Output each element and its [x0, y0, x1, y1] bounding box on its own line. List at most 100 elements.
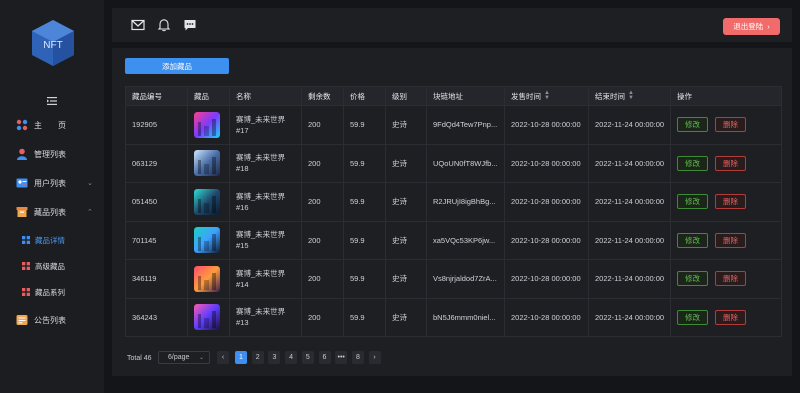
top-header: 退出登陆 › [112, 8, 792, 42]
sidebar-item-admin-list[interactable]: 管理列表 [0, 143, 104, 165]
cell-image [188, 183, 230, 221]
page-button[interactable]: 5 [301, 351, 314, 364]
delete-button[interactable]: 删除 [715, 309, 746, 325]
cell-id: 701145 [126, 221, 188, 259]
message-icon[interactable] [183, 18, 197, 32]
delete-button[interactable]: 删除 [715, 271, 746, 287]
chevron-right-icon: › [767, 22, 770, 31]
collection-thumbnail[interactable] [194, 111, 220, 138]
cell-actions: 修改 删除 [671, 222, 783, 260]
sidebar-item-label: 藏品详情 [35, 235, 65, 245]
home-icon [16, 119, 28, 131]
chevron-down-icon: ⌄ [87, 180, 93, 187]
sort-icon[interactable]: ▲ ▼ [628, 90, 634, 101]
col-header-name: 名称 [230, 87, 302, 105]
add-collection-button[interactable]: 添加藏品 [125, 58, 229, 74]
cell-id: 346119 [126, 260, 188, 298]
announcement-icon [16, 315, 28, 325]
sidebar-item-collection-detail[interactable]: 藏品详情 [0, 229, 104, 251]
cell-start-time: 2022-10-28 00:00:00 [505, 260, 589, 298]
cell-name: 赛博_未来世界#13 [230, 298, 302, 336]
delete-button[interactable]: 删除 [715, 194, 746, 210]
edit-button[interactable]: 修改 [677, 117, 708, 133]
table-row: 051450 赛博_未来世界#16 200 59.9 史诗 R2JRUjI8igBhBg.… [125, 183, 782, 222]
more-pages-button[interactable]: ••• [335, 351, 348, 364]
col-header-end-time[interactable]: 结束时间 ▲ ▼ [589, 87, 671, 105]
cell-price: 59.9 [344, 106, 386, 144]
collection-thumbnail[interactable] [194, 304, 220, 331]
edit-button[interactable]: 修改 [677, 271, 708, 287]
chevron-down-icon: ⌄ [198, 355, 204, 361]
page-button[interactable]: 6 [318, 351, 331, 364]
cell-end-time: 2022-11-24 00:00:00 [589, 144, 671, 182]
page-button[interactable]: 3 [268, 351, 281, 364]
delete-button[interactable]: 删除 [715, 232, 746, 248]
page-button[interactable]: 2 [251, 351, 264, 364]
delete-button[interactable]: 删除 [715, 155, 746, 171]
cell-start-time: 2022-10-28 00:00:00 [505, 221, 589, 259]
grid-icon [22, 288, 30, 296]
prev-page-button[interactable]: ‹ [217, 351, 229, 364]
cell-actions: 修改 删除 [671, 106, 783, 144]
sidebar-item-label: 藏品系列 [35, 287, 65, 297]
sidebar-item-user-list[interactable]: 用户列表 ⌄ [0, 172, 104, 194]
collection-thumbnail[interactable] [194, 150, 220, 177]
edit-button[interactable]: 修改 [677, 232, 708, 248]
col-header-price: 价格 [344, 87, 386, 105]
page-size-select[interactable]: 6/page ⌄ [158, 351, 210, 364]
delete-button[interactable]: 删除 [715, 117, 746, 133]
cell-address: Vs8njrjaldod7ZrA... [427, 260, 505, 298]
cell-id: 051450 [126, 183, 188, 221]
cell-start-time: 2022-10-28 00:00:00 [505, 144, 589, 182]
col-header-remain: 剩余数 [302, 87, 344, 105]
col-header-image: 藏品 [188, 87, 230, 105]
cell-level: 史诗 [386, 183, 427, 221]
user-icon [17, 148, 27, 160]
chevron-up-icon: ⌃ [87, 209, 93, 216]
next-page-button[interactable]: › [368, 351, 381, 364]
cell-image [188, 106, 230, 144]
sidebar-item-announcements[interactable]: 公告列表 [0, 309, 104, 331]
page-button[interactable]: 1 [235, 351, 247, 364]
cell-address: UQoUN0fT8WJfb... [427, 144, 505, 182]
col-header-id: 藏品编号 [126, 87, 188, 105]
edit-button[interactable]: 修改 [677, 309, 708, 325]
cell-level: 史诗 [386, 221, 427, 259]
sidebar-item-premium-collection[interactable]: 高级藏品 [0, 255, 104, 277]
sidebar-item-collection-list[interactable]: 藏品列表 ⌃ [0, 201, 104, 223]
sidebar-item-home[interactable]: 主 页 [0, 114, 104, 136]
collection-thumbnail[interactable] [194, 265, 220, 292]
sidebar-item-label: 藏品列表 [34, 207, 66, 217]
mail-icon[interactable] [131, 18, 145, 32]
cell-actions: 修改 删除 [671, 260, 783, 298]
edit-button[interactable]: 修改 [677, 194, 708, 210]
cell-name: 赛博_未来世界#14 [230, 260, 302, 298]
nft-logo: NFT [32, 20, 74, 66]
sidebar-item-collection-series[interactable]: 藏品系列 [0, 281, 104, 303]
page-size-value: 6/page [168, 354, 190, 361]
bell-icon[interactable] [157, 18, 171, 32]
collection-thumbnail[interactable] [194, 227, 220, 254]
cell-price: 59.9 [344, 221, 386, 259]
collection-thumbnail[interactable] [194, 188, 220, 215]
table-row: 346119 赛博_未来世界#14 200 59.9 史诗 Vs8njrjaldod7Zr… [125, 260, 782, 299]
cell-name: 赛博_未来世界#17 [230, 106, 302, 144]
table-row: 364243 赛博_未来世界#13 200 59.9 史诗 bN5J6mmm0niel..… [125, 298, 782, 337]
cell-name: 赛博_未来世界#15 [230, 221, 302, 259]
edit-button[interactable]: 修改 [677, 155, 708, 171]
cell-end-time: 2022-11-24 00:00:00 [589, 221, 671, 259]
cell-level: 史诗 [386, 298, 427, 336]
cell-name: 赛博_未来世界#18 [230, 144, 302, 182]
logout-button[interactable]: 退出登陆 › [723, 18, 780, 35]
logo-text: NFT [43, 40, 62, 51]
cell-image [188, 221, 230, 259]
sidebar-item-label: 用户列表 [34, 178, 66, 188]
menu-collapse-icon[interactable] [47, 97, 57, 105]
sort-icon[interactable]: ▲ ▼ [544, 90, 550, 101]
grid-icon [22, 236, 30, 244]
cell-level: 史诗 [386, 106, 427, 144]
col-header-start-time[interactable]: 发售时间 ▲ ▼ [505, 87, 589, 105]
cell-end-time: 2022-11-24 00:00:00 [589, 183, 671, 221]
page-button[interactable]: 4 [285, 351, 298, 364]
page-button[interactable]: 8 [351, 351, 364, 364]
